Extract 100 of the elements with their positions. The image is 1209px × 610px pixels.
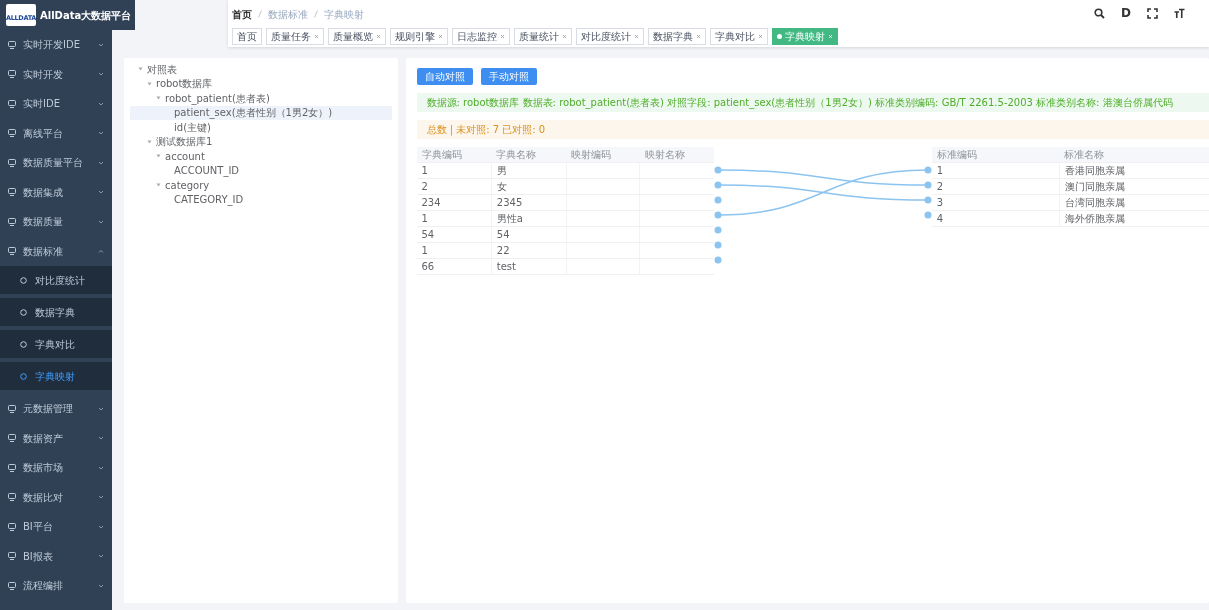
monitor-icon <box>8 581 16 590</box>
close-icon[interactable] <box>562 34 567 39</box>
circle-icon <box>20 340 27 348</box>
page-tab[interactable]: 质量统计 <box>514 28 572 45</box>
close-icon[interactable] <box>376 34 381 39</box>
monitor-icon <box>8 247 16 256</box>
table-cell: 1 <box>931 162 1060 179</box>
table-cell: 4 <box>931 210 1060 227</box>
close-icon[interactable] <box>438 34 443 39</box>
search-icon[interactable] <box>1094 8 1106 19</box>
close-icon[interactable] <box>314 34 319 39</box>
page-tab[interactable]: 规则引擎 <box>390 28 448 45</box>
breadcrumb-item: 字典映射 <box>324 7 364 22</box>
fullscreen-icon[interactable] <box>1147 8 1158 19</box>
close-icon[interactable] <box>696 34 701 39</box>
circle-icon <box>20 308 27 316</box>
table-cell: 54 <box>416 226 492 243</box>
table-cell: 女 <box>491 178 567 195</box>
anchor-dot[interactable] <box>714 241 722 249</box>
sidebar-item[interactable]: 数据标准 <box>0 236 112 266</box>
caret-icon[interactable] <box>156 183 161 188</box>
tree-node[interactable]: category <box>130 178 392 193</box>
sidebar-item[interactable]: 数据资产 <box>0 423 112 453</box>
anchor-dot[interactable] <box>924 211 932 219</box>
table-cell: 2 <box>931 178 1060 195</box>
table-cell: 1 <box>416 162 492 179</box>
page-tab[interactable]: 对比度统计 <box>576 28 644 45</box>
tree-node[interactable]: 对照表 <box>130 62 392 77</box>
table-cell: 海外侨胞亲属 <box>1059 210 1209 227</box>
sidebar-item[interactable]: 离线平台 <box>0 118 112 148</box>
table-cell: 66 <box>416 258 492 275</box>
sidebar-item[interactable]: 实时IDE <box>0 89 112 119</box>
caret-icon[interactable] <box>147 139 152 144</box>
table-cell: 2 <box>416 178 492 195</box>
tree-node[interactable]: id(主键) <box>130 120 392 135</box>
page-tab[interactable]: 数据字典 <box>648 28 706 45</box>
sidebar-item[interactable]: 元数据管理 <box>0 394 112 424</box>
anchor-dot[interactable] <box>714 166 722 174</box>
anchor-dot[interactable] <box>714 226 722 234</box>
sidebar-item[interactable]: 数据质量 <box>0 207 112 237</box>
close-icon[interactable] <box>634 34 639 39</box>
anchor-dot[interactable] <box>924 166 932 174</box>
anchor-dot[interactable] <box>924 181 932 189</box>
caret-icon[interactable] <box>147 81 152 86</box>
table-cell: test <box>491 258 567 275</box>
page-tab[interactable]: 质量概览 <box>328 28 386 45</box>
text-size-icon[interactable] <box>1174 8 1185 19</box>
sidebar-subitem[interactable]: 字典映射 <box>0 362 112 390</box>
anchor-dot[interactable] <box>714 256 722 264</box>
sidebar-subitem[interactable]: 对比度统计 <box>0 266 112 294</box>
caret-icon[interactable] <box>138 67 143 72</box>
table-cell: 男 <box>491 162 567 179</box>
active-dot-icon <box>777 34 782 39</box>
sidebar-item[interactable]: 数据市场 <box>0 453 112 483</box>
table-cell: 澳门同胞亲属 <box>1059 178 1209 195</box>
sidebar-item[interactable]: 实时开发 <box>0 59 112 89</box>
tree-node[interactable]: account <box>130 149 392 164</box>
slash-icon <box>314 10 318 18</box>
app-title: AllData大数据平台 <box>40 8 132 23</box>
anchor-dot[interactable] <box>714 211 722 219</box>
sidebar-subitem[interactable]: 数据字典 <box>0 298 112 326</box>
sidebar-item[interactable]: 实时开发IDE <box>0 30 112 60</box>
doc-link[interactable]: D <box>1121 8 1131 19</box>
monitor-icon <box>8 404 16 413</box>
sidebar-item[interactable]: 数据集成 <box>0 177 112 207</box>
tree-node[interactable]: patient_sex(患者性别（1男2女）) <box>130 105 392 120</box>
table-cell: 54 <box>491 226 567 243</box>
breadcrumb-link[interactable]: 首页 <box>232 6 252 22</box>
close-icon[interactable] <box>758 34 763 39</box>
page-tab[interactable]: 首页 <box>232 28 262 45</box>
breadcrumb-item: 数据标准 <box>268 7 308 22</box>
anchor-dot[interactable] <box>714 181 722 189</box>
tree-node[interactable]: robot数据库 <box>130 76 392 91</box>
page-tab[interactable]: 质量任务 <box>266 28 324 45</box>
table-cell: 2345 <box>491 194 567 211</box>
monitor-icon <box>8 217 16 226</box>
sidebar-subitem[interactable]: 字典对比 <box>0 330 112 358</box>
caret-icon[interactable] <box>156 154 161 159</box>
table-cell: 234 <box>416 194 492 211</box>
tree-node[interactable]: ACCOUNT_ID <box>130 163 392 178</box>
tree-node[interactable]: robot_patient(患者表) <box>130 91 392 106</box>
tree-node[interactable]: 测试数据库1 <box>130 134 392 149</box>
column-header: 字典名称 <box>491 147 567 163</box>
sidebar-item[interactable]: 数据比对 <box>0 482 112 512</box>
caret-icon[interactable] <box>156 96 161 101</box>
close-icon[interactable] <box>500 34 505 39</box>
sidebar-item[interactable]: BI报表 <box>0 541 112 571</box>
monitor-icon <box>8 40 16 49</box>
table-cell: 22 <box>491 242 567 259</box>
monitor-icon <box>8 129 16 138</box>
anchor-dot[interactable] <box>924 196 932 204</box>
sidebar-item[interactable]: 数据质量平台 <box>0 148 112 178</box>
page-tab[interactable]: 日志监控 <box>452 28 510 45</box>
table-cell: 台湾同胞亲属 <box>1059 194 1209 211</box>
sidebar-item[interactable]: BI平台 <box>0 512 112 542</box>
anchor-dot[interactable] <box>714 196 722 204</box>
tree-node[interactable]: CATEGORY_ID <box>130 192 392 207</box>
monitor-icon <box>8 434 16 443</box>
page-tab[interactable]: 字典对比 <box>710 28 768 45</box>
sidebar-item[interactable]: 流程编排 <box>0 571 112 601</box>
